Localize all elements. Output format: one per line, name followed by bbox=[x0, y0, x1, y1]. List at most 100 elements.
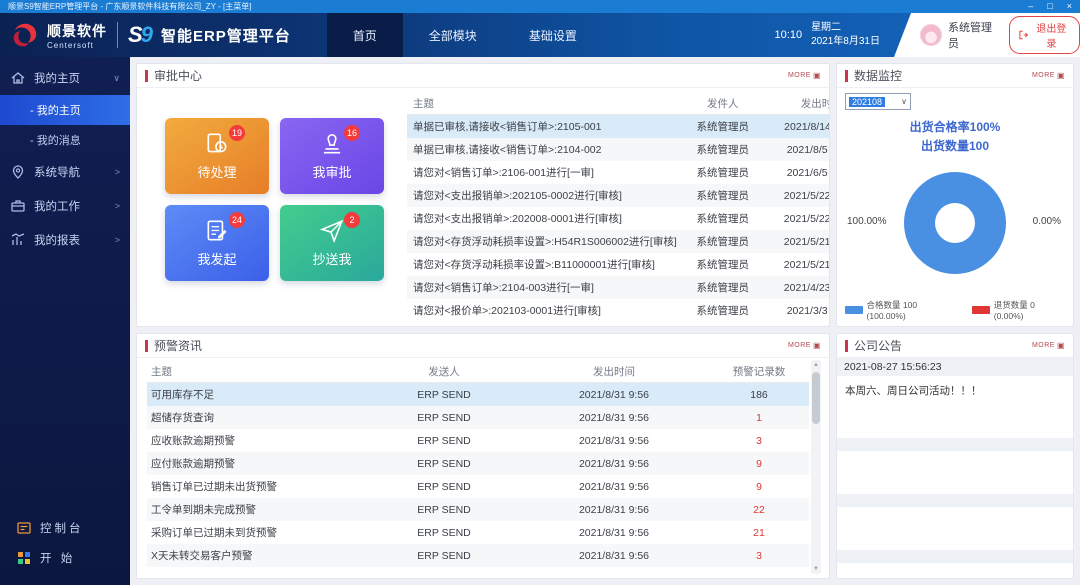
nav-tab-2[interactable]: 基础设置 bbox=[503, 13, 603, 57]
alert-row[interactable]: 工令单到期未完成预警ERP SEND2021/8/31 9:5622 bbox=[147, 498, 809, 521]
subject-cell: 请您对<支出报销单>:202008-0001进行[审核] bbox=[407, 211, 677, 226]
nav-tab-0[interactable]: 首页 bbox=[327, 13, 403, 57]
nav-tab-1[interactable]: 全部模块 bbox=[403, 13, 503, 57]
chart-title-line1: 出货合格率100% bbox=[910, 120, 1001, 134]
bar-chart-icon bbox=[10, 232, 26, 248]
count-cell: 22 bbox=[709, 504, 809, 516]
logout-button[interactable]: 退出登录 bbox=[1009, 16, 1080, 54]
alert-row[interactable]: X天未转交易客户预警ERP SEND2021/8/31 9:563 bbox=[147, 544, 809, 567]
data-monitor-panel: 数据监控 MORE▣ 202108 ∨ 出货合格率100% 出货数量100 10… bbox=[836, 63, 1074, 327]
subject-cell: 采购订单已过期未到货预警 bbox=[147, 525, 369, 540]
pending-tile[interactable]: 19 待处理 bbox=[165, 118, 269, 194]
approval-table: 主题 发件人 发出时间 单据已审核,请接收<销售订单>:2105-001系统管理… bbox=[407, 92, 830, 322]
s9-logo: S9 bbox=[128, 24, 153, 46]
panel-accent-bar bbox=[145, 340, 148, 352]
time-cell: 2021/4/23 14:06 bbox=[769, 282, 830, 294]
cc-to-me-tile[interactable]: 2 抄送我 bbox=[280, 205, 384, 281]
alerts-more-link[interactable]: MORE▣ bbox=[788, 342, 821, 350]
shipment-donut-chart[interactable] bbox=[904, 172, 1006, 274]
alert-row[interactable]: 可用库存不足ERP SEND2021/8/31 9:56186 bbox=[147, 383, 809, 406]
scroll-down-icon[interactable]: ▼ bbox=[813, 564, 819, 574]
sidebar-subitem-my-home[interactable]: 我的主页 bbox=[0, 95, 130, 125]
product-logo: S9 智能ERP管理平台 bbox=[128, 24, 291, 46]
approval-row[interactable]: 请您对<销售订单>:2106-001进行[一审]系统管理员2021/6/5 14… bbox=[407, 161, 830, 184]
console-button[interactable]: 控制台 bbox=[0, 513, 130, 543]
my-approvals-badge: 16 bbox=[344, 125, 360, 141]
pending-badge: 19 bbox=[229, 125, 245, 141]
approval-panel-header: 审批中心 MORE▣ bbox=[137, 64, 829, 88]
count-cell: 186 bbox=[709, 389, 809, 401]
maximize-button[interactable]: □ bbox=[1047, 2, 1052, 11]
brand: 顺景软件 Centersoft bbox=[10, 20, 107, 50]
app-body: 我的主页 ∨ 我的主页 我的消息 系统导航 > 我的工作 > 我的报表 > bbox=[0, 57, 1080, 585]
time-cell: 2021/8/31 9:56 bbox=[519, 481, 709, 493]
month-select[interactable]: 202108 ∨ bbox=[845, 93, 911, 110]
app-header: 顺景软件 Centersoft S9 智能ERP管理平台 首页全部模块基础设置 … bbox=[0, 13, 1080, 57]
clock-date: 星期二 2021年8月31日 bbox=[811, 21, 880, 50]
sidebar-item-my-home[interactable]: 我的主页 ∨ bbox=[0, 61, 130, 95]
subject-cell: 请您对<报价单>:202103-0001进行[审核] bbox=[407, 303, 677, 318]
initiated-badge: 24 bbox=[229, 212, 245, 228]
cc-tile-label: 抄送我 bbox=[312, 249, 351, 268]
approval-row[interactable]: 请您对<支出报销单>:202008-0001进行[审核]系统管理员2021/5/… bbox=[407, 207, 830, 230]
alert-row[interactable]: 采购订单已过期未到货预警ERP SEND2021/8/31 9:5621 bbox=[147, 521, 809, 544]
approval-row[interactable]: 请您对<销售订单>:2104-003进行[一审]系统管理员2021/4/23 1… bbox=[407, 276, 830, 299]
alert-row[interactable]: 超储存货查询ERP SEND2021/8/31 9:561 bbox=[147, 406, 809, 429]
notice-content[interactable]: 本周六、周日公司活动！！！ bbox=[837, 376, 1073, 438]
product-name: 智能ERP管理平台 bbox=[161, 25, 291, 46]
chevron-right-icon: > bbox=[115, 201, 120, 211]
doc-edit-icon bbox=[204, 218, 230, 244]
sidebar-item-system-nav[interactable]: 系统导航 > bbox=[0, 155, 130, 189]
scroll-thumb[interactable] bbox=[812, 372, 820, 424]
subject-cell: 超储存货查询 bbox=[147, 410, 369, 425]
main-content: 审批中心 MORE▣ 19 待处理 16 我审批 bbox=[130, 57, 1080, 585]
time-cell: 2021/6/5 14:58 bbox=[769, 167, 830, 179]
subject-column-header: 主题 bbox=[407, 96, 677, 111]
approval-row[interactable]: 请您对<支出报销单>:202105-0002进行[审核]系统管理员2021/5/… bbox=[407, 184, 830, 207]
chart-title: 出货合格率100% 出货数量100 bbox=[845, 118, 1065, 155]
approval-table-header: 主题 发件人 发出时间 bbox=[407, 92, 830, 115]
initiated-by-me-tile[interactable]: 24 我发起 bbox=[165, 205, 269, 281]
approval-row[interactable]: 请您对<报价单>:202103-0001进行[审核]系统管理员2021/3/3 … bbox=[407, 299, 830, 322]
sender-cell: ERP SEND bbox=[369, 481, 519, 493]
approval-row[interactable]: 请您对<存货浮动耗损率设置>:H54R1S006002进行[审核]系统管理员20… bbox=[407, 230, 830, 253]
monitor-more-link[interactable]: MORE▣ bbox=[1032, 72, 1065, 80]
minimize-button[interactable]: – bbox=[1028, 2, 1033, 11]
time-cell: 2021/8/31 9:56 bbox=[519, 389, 709, 401]
legend-swatch-blue bbox=[845, 306, 863, 314]
nav-tabs: 首页全部模块基础设置 bbox=[327, 13, 603, 57]
subject-cell: 单据已审核,请接收<销售订单>:2104-002 bbox=[407, 142, 677, 157]
chevron-right-icon: > bbox=[115, 235, 120, 245]
alert-row[interactable]: 应收账款逾期预警ERP SEND2021/8/31 9:563 bbox=[147, 429, 809, 452]
count-cell: 9 bbox=[709, 458, 809, 470]
alert-row[interactable]: 销售订单已过期未出货预警ERP SEND2021/8/31 9:569 bbox=[147, 475, 809, 498]
start-button[interactable]: 开 始 bbox=[0, 543, 130, 573]
user-avatar[interactable] bbox=[920, 24, 942, 46]
count-cell: 21 bbox=[709, 527, 809, 539]
notice-more-link[interactable]: MORE▣ bbox=[1032, 342, 1065, 350]
approval-row[interactable]: 请您对<存货浮动耗损率设置>:B11000001进行[审核]系统管理员2021/… bbox=[407, 253, 830, 276]
alert-row[interactable]: 应付账款逾期预警ERP SEND2021/8/31 9:569 bbox=[147, 452, 809, 475]
approval-table-body: 单据已审核,请接收<销售订单>:2105-001系统管理员2021/8/14 1… bbox=[407, 115, 830, 322]
approval-more-link[interactable]: MORE▣ bbox=[788, 72, 821, 80]
subject-cell: 请您对<销售订单>:2104-003进行[一审] bbox=[407, 280, 677, 295]
cc-badge: 2 bbox=[344, 212, 360, 228]
close-button[interactable]: × bbox=[1067, 2, 1072, 11]
user-name: 系统管理员 bbox=[948, 19, 999, 51]
panel-accent-bar bbox=[145, 70, 148, 82]
scroll-up-icon[interactable]: ▲ bbox=[813, 360, 819, 370]
approval-row[interactable]: 单据已审核,请接收<销售订单>:2104-002系统管理员2021/8/5 16… bbox=[407, 138, 830, 161]
sidebar-subitem-my-messages[interactable]: 我的消息 bbox=[0, 125, 130, 155]
sidebar-item-my-work[interactable]: 我的工作 > bbox=[0, 189, 130, 223]
notice-empty-row bbox=[837, 507, 1073, 550]
approval-row[interactable]: 单据已审核,请接收<销售订单>:2105-001系统管理员2021/8/14 1… bbox=[407, 115, 830, 138]
my-approvals-tile[interactable]: 16 我审批 bbox=[280, 118, 384, 194]
legend-swatch-red bbox=[972, 306, 990, 314]
sender-cell: ERP SEND bbox=[369, 550, 519, 562]
alerts-scrollbar[interactable]: ▲ ▼ bbox=[811, 360, 821, 574]
subject-cell: 销售订单已过期未出货预警 bbox=[147, 479, 369, 494]
window-titlebar: 顺景S9智能ERP管理平台 - 广东顺景软件科技有限公司_ZY - [主菜单] … bbox=[0, 0, 1080, 13]
sidebar-item-my-reports[interactable]: 我的报表 > bbox=[0, 223, 130, 257]
time-cell: 2021/8/31 9:56 bbox=[519, 527, 709, 539]
centersoft-logo-icon bbox=[10, 20, 40, 50]
